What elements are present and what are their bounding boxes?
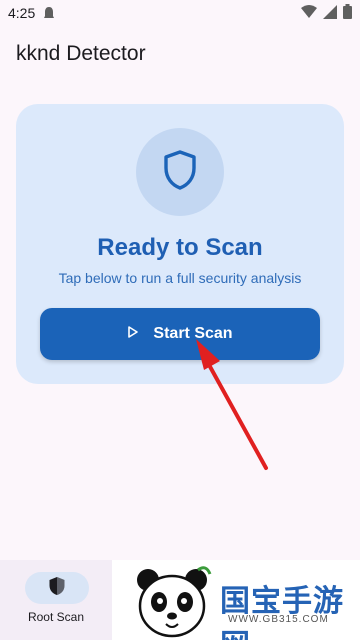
shield-icon [163, 149, 197, 195]
play-icon [127, 325, 139, 343]
status-bar: 4:25 [0, 0, 360, 26]
status-time: 4:25 [8, 5, 36, 21]
nav-item-root-scan[interactable]: Root Scan [0, 560, 112, 640]
nav-indicator [25, 572, 89, 604]
wifi-icon [301, 4, 317, 22]
annotation-arrow-icon [196, 339, 268, 470]
app-title: kknd Detector [16, 42, 146, 65]
card-heading: Ready to Scan [97, 234, 263, 261]
watermark-url: WWW.GB315.COM [228, 614, 329, 625]
card-subtitle: Tap below to run a full security analysi… [58, 270, 302, 286]
watermark: 国宝手游网 WWW.GB315.COM [112, 560, 360, 640]
panda-logo-icon [132, 564, 212, 640]
battery-icon [343, 4, 352, 22]
shield-badge [136, 128, 224, 216]
signal-icon [323, 4, 337, 22]
watermark-text: 国宝手游网 [220, 584, 344, 640]
nav-item-label: Root Scan [27, 610, 85, 624]
notification-icon [43, 6, 55, 20]
shield-icon [48, 576, 66, 601]
